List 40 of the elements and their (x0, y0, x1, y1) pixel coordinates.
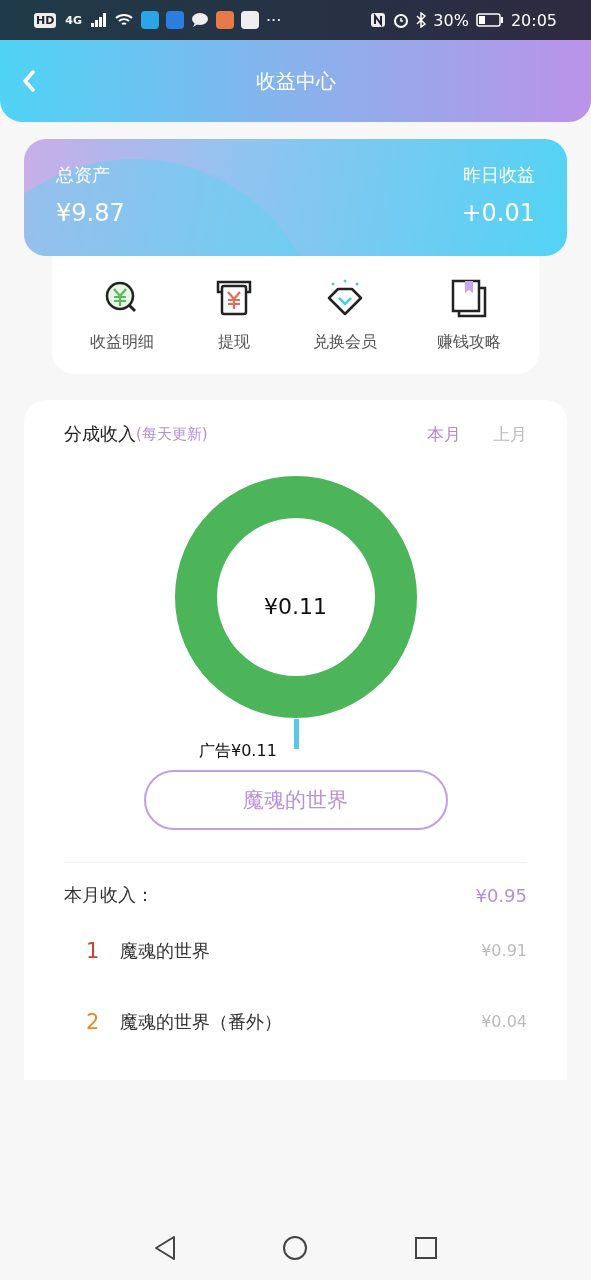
slice-label: 广告¥0.11 (199, 741, 277, 762)
app-icon (141, 11, 160, 29)
app-icon (216, 11, 235, 29)
action-button[interactable]: 提现 (213, 277, 254, 353)
donut-center-value: ¥0.11 (264, 594, 327, 619)
update-note: (每天更新) (136, 424, 208, 444)
more-indicator: ··· (266, 10, 282, 30)
total-assets-value: ¥9.87 (56, 199, 125, 227)
bluetooth-icon (416, 12, 427, 28)
work-amount: ¥0.04 (481, 1012, 527, 1031)
battery-percent: 30% (433, 10, 469, 30)
home-icon[interactable] (282, 1235, 309, 1261)
clock-time: 20:05 (510, 10, 557, 30)
battery-icon (475, 13, 504, 27)
work-title: 魔魂的世界（番外） (120, 1009, 282, 1034)
month-income-total: ¥0.95 (475, 884, 527, 906)
app-icon (166, 11, 185, 29)
network-label: 4G (64, 12, 84, 28)
network-label: HD (34, 12, 57, 28)
action-button[interactable]: 兑换会员 (313, 277, 378, 353)
recents-icon[interactable] (414, 1236, 439, 1260)
back-icon[interactable] (152, 1235, 177, 1261)
signal-icon (91, 13, 108, 27)
total-assets-label: 总资产 (56, 163, 110, 187)
rank-number: 1 (86, 938, 101, 963)
alarm-icon (393, 12, 410, 28)
yesterday-earnings-label: 昨日收益 (463, 163, 535, 187)
action-button[interactable]: 赚钱攻略 (437, 277, 502, 353)
yesterday-earnings-value: +0.01 (461, 199, 535, 227)
section-title: 分成收入 (64, 422, 136, 446)
action-button[interactable]: 收益明细 (89, 277, 154, 353)
month-income-label: 本月收入： (64, 883, 154, 907)
nfc-icon (370, 12, 387, 28)
wifi-icon (114, 12, 135, 28)
chat-icon (191, 12, 210, 28)
rank-number: 2 (86, 1009, 101, 1034)
page-title: 收益中心 (255, 67, 336, 95)
work-title: 魔魂的世界 (120, 938, 210, 963)
work-amount: ¥0.91 (481, 941, 527, 960)
app-icon (241, 11, 260, 29)
